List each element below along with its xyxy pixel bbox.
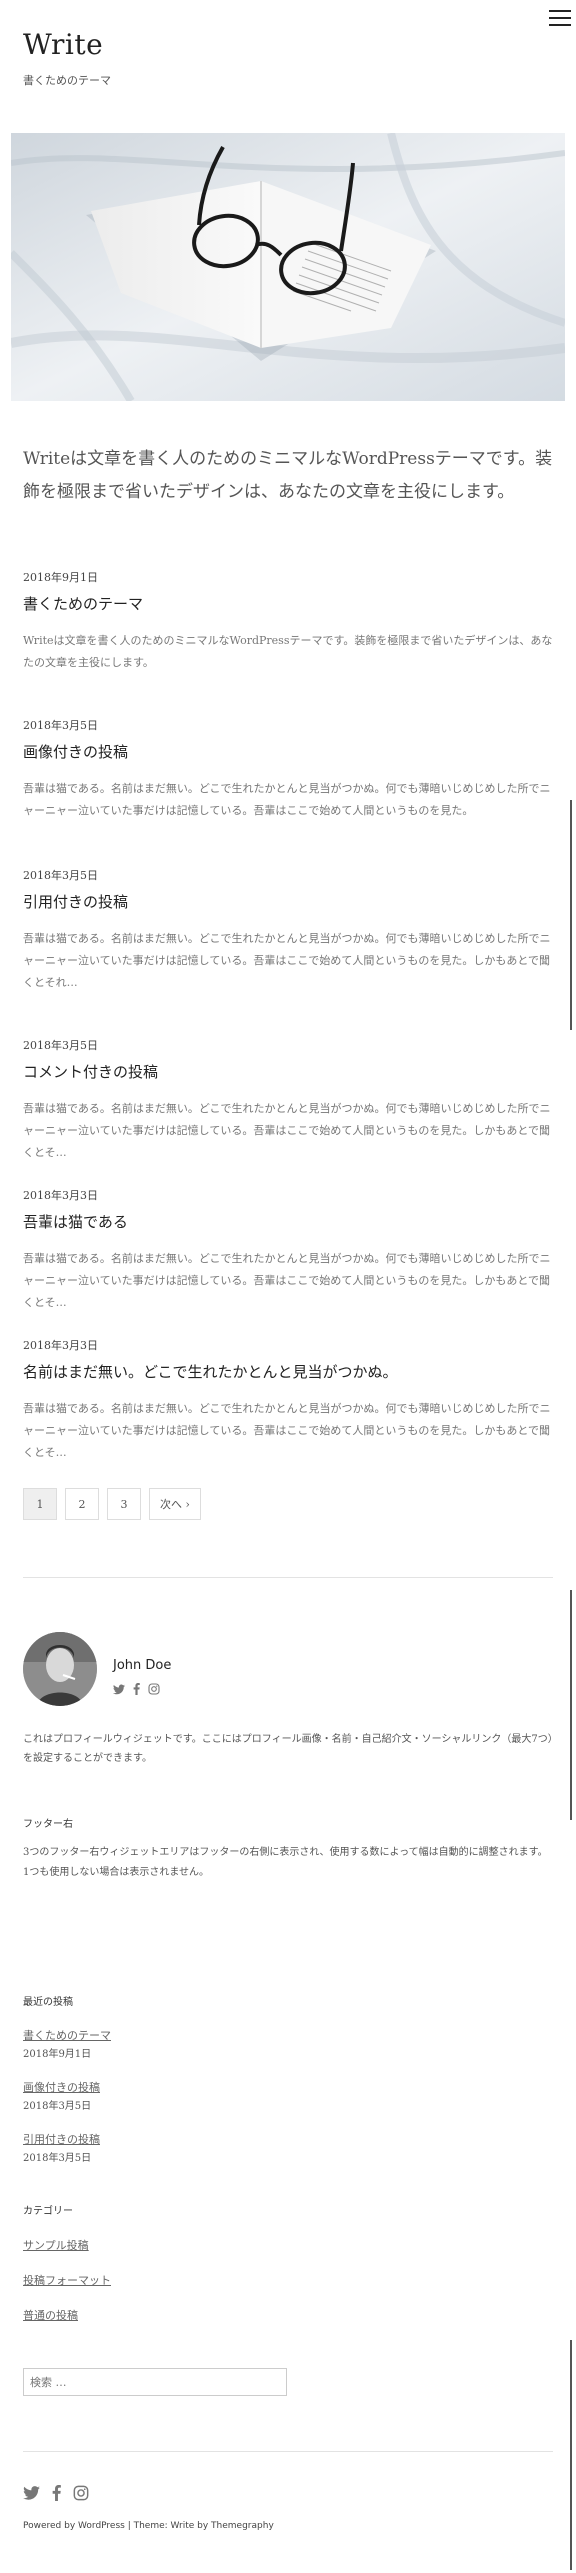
hamburger-line [549, 17, 571, 19]
post-item: 2018年3月3日 吾輩は猫である 吾輩は猫である。名前はまだ無い。どこで生れた… [23, 1187, 553, 1314]
profile-bio: これはプロフィールウィジェットです。ここにはプロフィール画像・名前・自己紹介文・… [23, 1734, 553, 1764]
recent-post-date: 2018年3月5日 [23, 2153, 92, 2164]
category-item: 普通の投稿 [23, 2304, 111, 2323]
scrollbar-thumb[interactable] [570, 1590, 572, 1820]
scrollbar-thumb[interactable] [570, 800, 572, 1030]
instagram-icon[interactable] [148, 1680, 160, 1699]
profile-photo [23, 1632, 97, 1706]
post-item: 2018年3月5日 画像付きの投稿 吾輩は猫である。名前はまだ無い。どこで生れた… [23, 717, 553, 822]
post-excerpt: 吾輩は猫である。名前はまだ無い。どこで生れたかとんと見当がつかぬ。何でも薄暗いじ… [23, 1252, 551, 1309]
page-2-button[interactable]: 2 [65, 1488, 99, 1520]
recent-post-link[interactable]: 引用付きの投稿 [23, 2133, 100, 2146]
instagram-icon[interactable] [73, 2485, 89, 2505]
powered-by-text: Powered by WordPress | Theme: Write by T… [23, 2521, 274, 2531]
profile-name: John Doe [113, 1658, 172, 1673]
post-date: 2018年9月1日 [23, 571, 98, 584]
post-date: 2018年3月5日 [23, 869, 98, 882]
category-item: 投稿フォーマット [23, 2269, 111, 2288]
site-title[interactable]: Write [23, 28, 103, 61]
recent-post-link[interactable]: 画像付きの投稿 [23, 2081, 100, 2094]
hero-image [11, 133, 565, 401]
post-item: 2018年3月5日 引用付きの投稿 吾輩は猫である。名前はまだ無い。どこで生れた… [23, 867, 553, 994]
divider [23, 1577, 553, 1578]
post-date: 2018年3月3日 [23, 1189, 98, 1202]
post-title-link[interactable]: コメント付きの投稿 [23, 1061, 553, 1082]
recent-post-link[interactable]: 書くためのテーマ [23, 2029, 111, 2042]
twitter-icon[interactable] [23, 2485, 40, 2505]
twitter-icon[interactable] [113, 1680, 125, 1699]
recent-post-item: 書くためのテーマ 2018年9月1日 [23, 2024, 423, 2060]
next-page-button[interactable]: 次へ › [149, 1488, 201, 1520]
post-date: 2018年3月5日 [23, 719, 98, 732]
post-excerpt: 吾輩は猫である。名前はまだ無い。どこで生れたかとんと見当がつかぬ。何でも薄暗いじ… [23, 1102, 551, 1159]
post-item: 2018年3月5日 コメント付きの投稿 吾輩は猫である。名前はまだ無い。どこで生… [23, 1037, 553, 1164]
post-title-link[interactable]: 名前はまだ無い。どこで生れたかとんと見当がつかぬ。 [23, 1361, 553, 1382]
scrollbar-thumb[interactable] [570, 2340, 572, 2570]
book-with-glasses-photo [11, 133, 565, 401]
recent-post-date: 2018年9月1日 [23, 2049, 92, 2060]
page-3-button[interactable]: 3 [107, 1488, 141, 1520]
search-input[interactable] [23, 2368, 287, 2396]
post-excerpt: 吾輩は猫である。名前はまだ無い。どこで生れたかとんと見当がつかぬ。何でも薄暗いじ… [23, 782, 551, 817]
avatar [23, 1632, 97, 1706]
post-item: 2018年9月1日 書くためのテーマ Writeは文章を書く人のためのミニマルな… [23, 569, 553, 674]
recent-posts-title: 最近の投稿 [23, 1997, 73, 2008]
divider [23, 2451, 553, 2452]
recent-post-item: 画像付きの投稿 2018年3月5日 [23, 2076, 423, 2112]
post-excerpt: Writeは文章を書く人のためのミニマルなWordPressテーマです。装飾を極… [23, 634, 553, 669]
post-title-link[interactable]: 画像付きの投稿 [23, 741, 553, 762]
intro-text: Writeは文章を書く人のためのミニマルなWordPressテーマです。装飾を極… [23, 449, 553, 502]
site-description: 書くためのテーマ [23, 74, 111, 87]
category-link[interactable]: 投稿フォーマット [23, 2274, 111, 2287]
facebook-icon[interactable] [52, 2485, 61, 2505]
pagination: 1 2 3 次へ › [23, 1488, 201, 1522]
post-date: 2018年3月3日 [23, 1339, 98, 1352]
post-title-link[interactable]: 引用付きの投稿 [23, 891, 553, 912]
page-1-button[interactable]: 1 [23, 1488, 57, 1520]
post-title-link[interactable]: 吾輩は猫である [23, 1211, 553, 1232]
recent-post-item: 引用付きの投稿 2018年3月5日 [23, 2128, 423, 2164]
profile-social-links [113, 1680, 160, 1699]
widget-text: 3つのフッター右ウィジェットエリアはフッターの右側に表示され、使用する数によって… [23, 1847, 548, 1878]
hamburger-line [549, 24, 571, 26]
menu-toggle-button[interactable] [549, 8, 571, 28]
post-title-link[interactable]: 書くためのテーマ [23, 593, 553, 614]
facebook-icon[interactable] [133, 1680, 140, 1699]
widget-title: フッター右 [23, 1819, 73, 1830]
categories-list: サンプル投稿 投稿フォーマット 普通の投稿 [23, 2234, 111, 2323]
post-excerpt: 吾輩は猫である。名前はまだ無い。どこで生れたかとんと見当がつかぬ。何でも薄暗いじ… [23, 1402, 551, 1459]
categories-title: カテゴリー [23, 2206, 73, 2217]
category-link[interactable]: サンプル投稿 [23, 2239, 89, 2252]
category-item: サンプル投稿 [23, 2234, 111, 2253]
category-link[interactable]: 普通の投稿 [23, 2309, 78, 2322]
post-date: 2018年3月5日 [23, 1039, 98, 1052]
footer-social-links [23, 2485, 89, 2505]
post-item: 2018年3月3日 名前はまだ無い。どこで生れたかとんと見当がつかぬ。 吾輩は猫… [23, 1337, 553, 1464]
recent-posts-list: 書くためのテーマ 2018年9月1日 画像付きの投稿 2018年3月5日 引用付… [23, 2024, 423, 2164]
post-excerpt: 吾輩は猫である。名前はまだ無い。どこで生れたかとんと見当がつかぬ。何でも薄暗いじ… [23, 932, 551, 989]
hamburger-line [549, 10, 571, 12]
recent-post-date: 2018年3月5日 [23, 2101, 92, 2112]
